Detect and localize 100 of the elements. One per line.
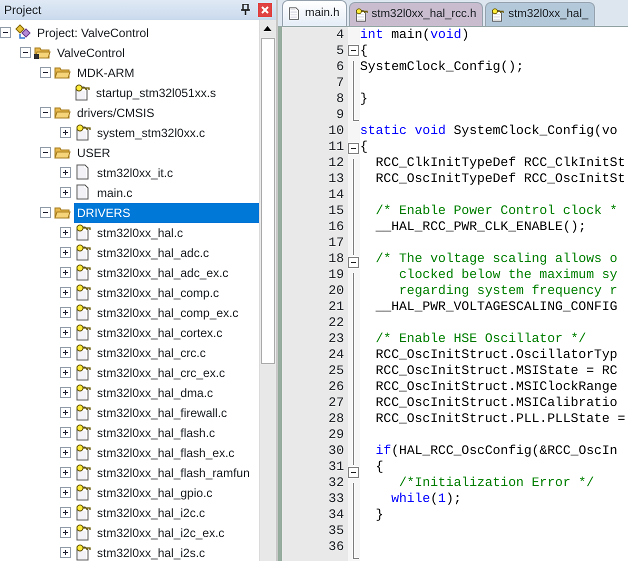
line-number: 15 — [327, 203, 345, 219]
file-key-icon — [74, 524, 91, 542]
file-key-icon — [74, 284, 91, 302]
line-number: 6 — [335, 59, 345, 75]
file-key-icon — [74, 504, 91, 522]
tree-item[interactable]: stm32l0xx_hal_flash.c — [94, 422, 218, 443]
code-line: /* The voltage scaling allows o — [374, 251, 618, 267]
close-icon[interactable] — [258, 2, 272, 17]
line-number: 16 — [327, 219, 345, 235]
tree-item[interactable]: stm32l0xx_it.c — [94, 162, 176, 183]
tree-item[interactable]: stm32l0xx_hal_firewall.c — [94, 402, 230, 423]
expand-icon[interactable] — [60, 387, 71, 398]
tree-item[interactable]: drivers/CMSIS — [74, 102, 158, 123]
tree-item[interactable]: stm32l0xx_hal_comp_ex.c — [94, 302, 242, 323]
collapse-icon[interactable] — [40, 207, 51, 218]
tree-item[interactable]: stm32l0xx_hal_crc_ex.c — [94, 362, 228, 383]
tree-item[interactable]: stm32l0xx_hal_crc.c — [94, 342, 209, 363]
collapse-icon[interactable] — [0, 27, 11, 38]
line-number: 7 — [335, 75, 345, 91]
tree-item[interactable]: startup_stm32l051xx.s — [93, 82, 220, 103]
tree-item[interactable]: stm32l0xx_hal_i2c.c — [94, 502, 208, 523]
expand-icon[interactable] — [60, 507, 71, 518]
editor-tab[interactable]: stm32l0xx_hal_ — [485, 2, 596, 26]
expand-icon[interactable] — [60, 187, 71, 198]
expand-icon[interactable] — [60, 127, 71, 138]
expand-icon[interactable] — [60, 247, 71, 258]
file-key-icon — [74, 124, 91, 142]
line-number: 26 — [327, 379, 345, 395]
tree-item[interactable]: stm32l0xx_hal_flash_ramfun — [94, 462, 253, 483]
line-number: 24 — [327, 347, 345, 363]
tree-item[interactable]: stm32l0xx_hal_i2c_ex.c — [94, 522, 228, 543]
code-line: RCC_ClkInitTypeDef RCC_ClkInitSt — [374, 155, 626, 171]
collapse-icon[interactable] — [348, 467, 359, 478]
line-number: 34 — [327, 507, 345, 523]
expand-icon[interactable] — [60, 327, 71, 338]
expand-icon[interactable] — [60, 487, 71, 498]
expand-icon[interactable] — [60, 467, 71, 478]
tree-item[interactable]: Project: ValveControl — [34, 22, 152, 43]
code-line: } — [374, 507, 384, 523]
code-line: __HAL_RCC_PWR_CLK_ENABLE(); — [374, 219, 588, 235]
expand-icon[interactable] — [60, 167, 71, 178]
code-line: RCC_OscInitStruct.MSIState = RC — [374, 363, 618, 379]
file-key-icon — [74, 444, 91, 462]
file-icon — [287, 6, 301, 20]
tree-item[interactable]: stm32l0xx_hal_flash_ex.c — [94, 442, 238, 463]
expand-icon[interactable] — [60, 527, 71, 538]
tree-item[interactable]: stm32l0xx_hal_adc.c — [94, 242, 212, 263]
tree-item[interactable]: system_stm32l0xx.c — [94, 122, 208, 143]
expand-icon[interactable] — [60, 287, 71, 298]
tree-item[interactable]: main.c — [94, 182, 136, 203]
line-number: 31 — [327, 459, 345, 475]
tree-item[interactable]: MDK-ARM — [74, 62, 138, 83]
file-key-icon — [74, 304, 91, 322]
expand-icon[interactable] — [60, 547, 71, 558]
scrollbar[interactable] — [259, 20, 276, 561]
tree-item[interactable]: stm32l0xx_hal_gpio.c — [94, 482, 216, 503]
tree-item[interactable]: USER — [74, 142, 114, 163]
tree-item[interactable]: stm32l0xx_hal_i2s.c — [94, 542, 208, 561]
line-number: 20 — [327, 283, 345, 299]
file-key-icon — [73, 84, 90, 102]
collapse-icon[interactable] — [40, 147, 51, 158]
collapse-icon[interactable] — [348, 257, 359, 268]
code-line: { — [374, 459, 384, 475]
editor-tab[interactable]: stm32l0xx_hal_rcc.h — [348, 2, 484, 26]
code-line: int main(void) — [360, 27, 470, 43]
line-number: 8 — [335, 91, 345, 107]
line-number: 27 — [327, 395, 345, 411]
tree-item[interactable]: stm32l0xx_hal_adc_ex.c — [94, 262, 232, 283]
expand-icon[interactable] — [60, 267, 71, 278]
tree-item[interactable]: stm32l0xx_hal_comp.c — [94, 282, 222, 303]
tree-item[interactable]: DRIVERS — [74, 202, 259, 223]
collapse-icon[interactable] — [20, 47, 31, 58]
line-number: 14 — [327, 187, 345, 203]
expand-icon[interactable] — [60, 447, 71, 458]
line-number: 18 — [327, 251, 345, 267]
line-number: 28 — [327, 411, 345, 427]
collapse-icon[interactable] — [40, 67, 51, 78]
file-key-icon — [74, 404, 91, 422]
expand-icon[interactable] — [60, 427, 71, 438]
collapse-icon[interactable] — [40, 107, 51, 118]
expand-icon[interactable] — [60, 227, 71, 238]
expand-icon[interactable] — [60, 347, 71, 358]
tree-item[interactable]: stm32l0xx_hal_cortex.c — [94, 322, 226, 343]
scrollbar-thumb[interactable] — [261, 38, 275, 364]
editor-tab[interactable]: main.h — [282, 0, 347, 26]
panel-title: Project — [4, 2, 42, 19]
expand-icon[interactable] — [60, 407, 71, 418]
tree-item[interactable]: ValveControl — [54, 42, 128, 63]
file-key-icon — [74, 544, 91, 561]
code-line: RCC_OscInitStruct.PLL.PLLState = — [374, 411, 626, 427]
expand-icon[interactable] — [60, 307, 71, 318]
tree-item[interactable]: stm32l0xx_hal.c — [94, 222, 186, 243]
expand-icon[interactable] — [60, 367, 71, 378]
collapse-icon[interactable] — [348, 45, 359, 56]
collapse-icon[interactable] — [348, 143, 359, 154]
code-line: static void SystemClock_Config(vo — [360, 123, 618, 139]
tree-item[interactable]: stm32l0xx_hal_dma.c — [94, 382, 216, 403]
file-key-icon — [74, 384, 91, 402]
code-line: SystemClock_Config(); — [360, 59, 525, 75]
pin-icon[interactable] — [241, 4, 250, 16]
